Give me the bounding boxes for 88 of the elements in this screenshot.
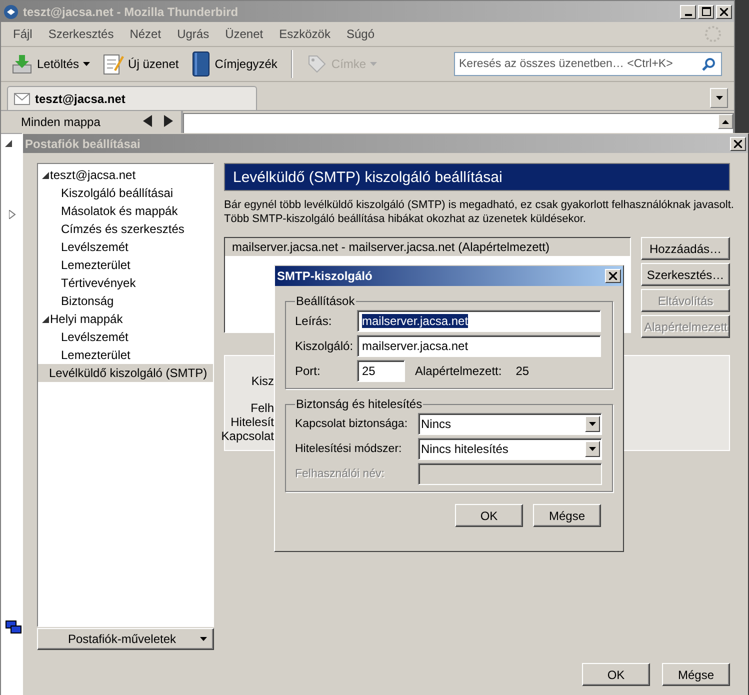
expander-icon[interactable] (42, 172, 49, 178)
tree-item[interactable]: Lemezterület (38, 346, 213, 364)
side-button[interactable]: Szerkesztés… (641, 263, 730, 286)
detail-label: Kapcsolat (221, 429, 274, 443)
compose-icon (102, 52, 124, 76)
folder-view-label: Minden mappa (21, 115, 100, 129)
detail-label: Kisz (251, 374, 274, 388)
dialog-button[interactable]: Mégse (662, 663, 730, 686)
minimize-icon (684, 14, 692, 16)
maximize-icon (702, 7, 710, 16)
dialog-button[interactable]: OK (455, 504, 523, 527)
tree-item[interactable]: Helyi mappák (38, 310, 213, 328)
dialog-title: SMTP-kiszolgáló (277, 269, 372, 283)
close-icon (720, 8, 728, 16)
search-icon (702, 57, 716, 71)
address-book-button[interactable]: Címjegyzék (186, 49, 282, 79)
tree-item[interactable]: Levélküldő kiszolgáló (SMTP) (38, 364, 213, 382)
network-icon (5, 620, 23, 636)
field-label: Kiszolgáló: (295, 339, 351, 353)
field-label: Felhasználói név: (295, 468, 386, 480)
caret-icon (370, 62, 378, 66)
up-arrow-icon (722, 120, 729, 124)
app-icon (3, 4, 19, 20)
expander-icon (9, 210, 16, 219)
compose-button[interactable]: Új üzenet (98, 49, 183, 79)
tree-item[interactable]: Levélszemét (38, 238, 213, 256)
menu-item[interactable]: Üzenet (217, 27, 272, 41)
expander-icon (5, 140, 12, 147)
default-port-value: 25 (516, 364, 530, 378)
tab-list-button[interactable] (710, 88, 728, 108)
field-label: Port: (295, 364, 322, 378)
dialog-title: Postafiók beállításai (25, 136, 140, 150)
dropdown[interactable]: Nincs (418, 413, 602, 435)
menu-item[interactable]: Ugrás (169, 27, 218, 41)
account-actions-button[interactable]: Postafiók-műveletek (37, 628, 214, 650)
field-label: Kapcsolat biztonsága: (295, 418, 409, 430)
tree-item[interactable]: teszt@jacsa.net (38, 166, 213, 184)
dialog-button[interactable]: Mégse (533, 504, 601, 527)
menu-item[interactable]: Szerkesztés (40, 27, 122, 41)
server-field[interactable]: mailserver.jacsa.net (357, 335, 601, 357)
download-icon (11, 53, 33, 75)
book-icon (190, 51, 211, 77)
tree-item[interactable]: Másolatok és mappák (38, 202, 213, 220)
group-title: Biztonság és hitelesítés (295, 397, 424, 411)
tree-item[interactable]: Tértivevények (38, 274, 213, 292)
group-title: Beállítások (295, 294, 356, 308)
right-arrow-icon (164, 114, 173, 126)
close-icon (609, 272, 617, 280)
search-field[interactable]: Keresés az összes üzenetben… <Ctrl+K> (454, 52, 722, 76)
download-button[interactable]: Letöltés (7, 49, 94, 79)
window-title: teszt@jacsa.net - Mozilla Thunderbird (23, 4, 240, 18)
field-label: Hitelesítési módszer: (295, 443, 403, 455)
tag-icon (307, 54, 328, 74)
menu-item[interactable]: Súgó (338, 27, 382, 41)
tree-item[interactable]: Biztonság (38, 292, 213, 310)
caret-icon (83, 62, 90, 66)
tree-item[interactable]: Lemezterület (38, 256, 213, 274)
menu-item[interactable]: Nézet (122, 27, 170, 41)
left-arrow-icon (143, 114, 152, 126)
page-heading: Levélküldő (SMTP) kiszolgáló beállításai (224, 163, 730, 191)
field-label: Leírás: (295, 314, 333, 328)
dialog-button[interactable]: OK (582, 663, 650, 686)
description-text: Több SMTP-kiszolgáló beállítása hibákat okozhat az üzenetek küldésekor. (224, 212, 587, 226)
detail-label: Hitelesít (230, 415, 274, 429)
tree-item[interactable]: Kiszolgáló beállításai (38, 184, 213, 202)
default-port-label: Alapértelmezett: (415, 364, 502, 378)
caret-icon (200, 637, 207, 641)
tree-item[interactable]: Címzés és szerkesztés (38, 220, 213, 238)
menu-item[interactable]: Eszközök (271, 27, 338, 41)
caret-icon (716, 96, 722, 100)
menu-item[interactable]: Fájl (5, 27, 40, 41)
port-field[interactable]: 25 (357, 360, 405, 382)
description-field[interactable]: mailserver.jacsa.net (357, 310, 601, 332)
next-button[interactable] (164, 114, 173, 130)
detail-label: Felh (250, 401, 274, 415)
envelope-icon (14, 92, 30, 104)
previous-button[interactable] (143, 114, 152, 130)
side-button[interactable]: Hozzáadás… (641, 237, 730, 260)
close-icon (734, 140, 742, 148)
scroll-up-button[interactable] (718, 114, 733, 129)
tab[interactable]: teszt@jacsa.net (7, 86, 257, 110)
tree-item[interactable]: Levélszemét (38, 328, 213, 346)
close-button[interactable] (605, 269, 621, 283)
expander-icon[interactable] (42, 316, 49, 322)
throbber-icon (704, 25, 722, 43)
username-field[interactable] (418, 463, 602, 485)
dropdown[interactable]: Nincs hitelesítés (418, 438, 602, 460)
server-row[interactable]: mailserver.jacsa.net - mailserver.jacsa.net (Alapértelmezett) (225, 238, 630, 256)
